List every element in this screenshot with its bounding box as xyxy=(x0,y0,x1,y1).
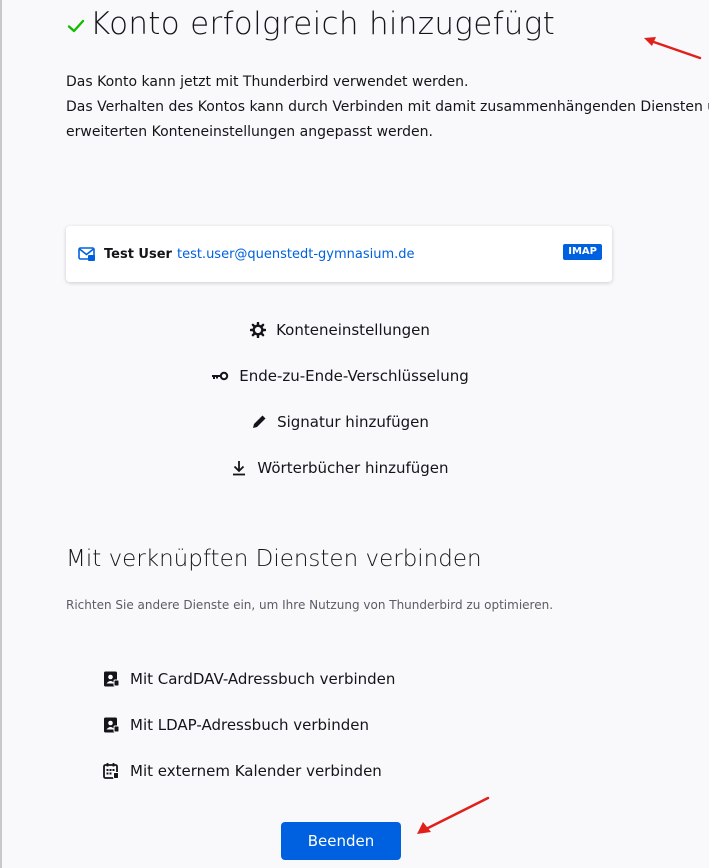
account-card: Test User test.user@quenstedt-gymnasium.… xyxy=(66,226,612,282)
account-user-name: Test User xyxy=(104,246,172,262)
intro-line-3: erweiterten Konteneinstellungen angepass… xyxy=(66,124,433,140)
address-book-icon xyxy=(104,671,120,687)
download-icon xyxy=(233,461,246,476)
intro-text: Das Konto kann jetzt mit Thunderbird ver… xyxy=(66,70,709,145)
account-settings-link[interactable]: Konteneinstellungen xyxy=(0,307,680,353)
connect-carddav-link[interactable]: Mit CardDAV-Adressbuch verbinden xyxy=(102,656,395,702)
add-dictionaries-label: Wörterbücher hinzufügen xyxy=(257,459,449,477)
account-actions: Konteneinstellungen Ende-zu-Ende-Verschl… xyxy=(0,307,680,491)
gear-icon xyxy=(250,322,267,338)
annotation-arrow-icon xyxy=(644,37,702,60)
intro-line-2: Das Verhalten des Kontos kann durch Verb… xyxy=(66,99,709,115)
key-icon xyxy=(212,371,229,381)
add-signature-link[interactable]: Signatur hinzufügen xyxy=(0,399,680,445)
add-dictionaries-link[interactable]: Wörterbücher hinzufügen xyxy=(0,445,680,491)
calendar-icon xyxy=(103,763,119,779)
finish-button[interactable]: Beenden xyxy=(281,822,401,860)
address-book-icon xyxy=(104,717,120,733)
page-title: Konto erfolgreich hinzugefügt xyxy=(90,6,556,42)
linked-services-description: Richten Sie andere Dienste ein, um Ihre … xyxy=(66,598,554,612)
connect-calendar-label: Mit externem Kalender verbinden xyxy=(130,762,382,780)
linked-services-list: Mit CardDAV-Adressbuch verbinden Mit LDA… xyxy=(102,656,395,794)
mail-account-icon xyxy=(78,247,95,261)
linked-services-title: Mit verknüpften Diensten verbinden xyxy=(66,546,482,572)
connect-ldap-link[interactable]: Mit LDAP-Adressbuch verbinden xyxy=(102,702,395,748)
page-header: Konto erfolgreich hinzugefügt xyxy=(66,6,555,42)
account-settings-label: Konteneinstellungen xyxy=(276,321,430,339)
annotation-arrow-icon xyxy=(417,796,490,834)
intro-line-1: Das Konto kann jetzt mit Thunderbird ver… xyxy=(66,74,469,90)
connect-calendar-link[interactable]: Mit externem Kalender verbinden xyxy=(102,748,395,794)
e2e-encryption-link[interactable]: Ende-zu-Ende-Verschlüsselung xyxy=(0,353,680,399)
e2e-encryption-label: Ende-zu-Ende-Verschlüsselung xyxy=(239,367,469,385)
account-setup-page: Konto erfolgreich hinzugefügt Das Konto … xyxy=(0,0,709,868)
protocol-badge: IMAP xyxy=(563,244,602,260)
pencil-icon xyxy=(253,415,266,428)
connect-carddav-label: Mit CardDAV-Adressbuch verbinden xyxy=(130,670,396,688)
add-signature-label: Signatur hinzufügen xyxy=(277,413,429,431)
check-icon xyxy=(67,19,85,33)
connect-ldap-label: Mit LDAP-Adressbuch verbinden xyxy=(130,716,369,734)
account-email-link[interactable]: test.user@quenstedt-gymnasium.de xyxy=(177,247,415,262)
